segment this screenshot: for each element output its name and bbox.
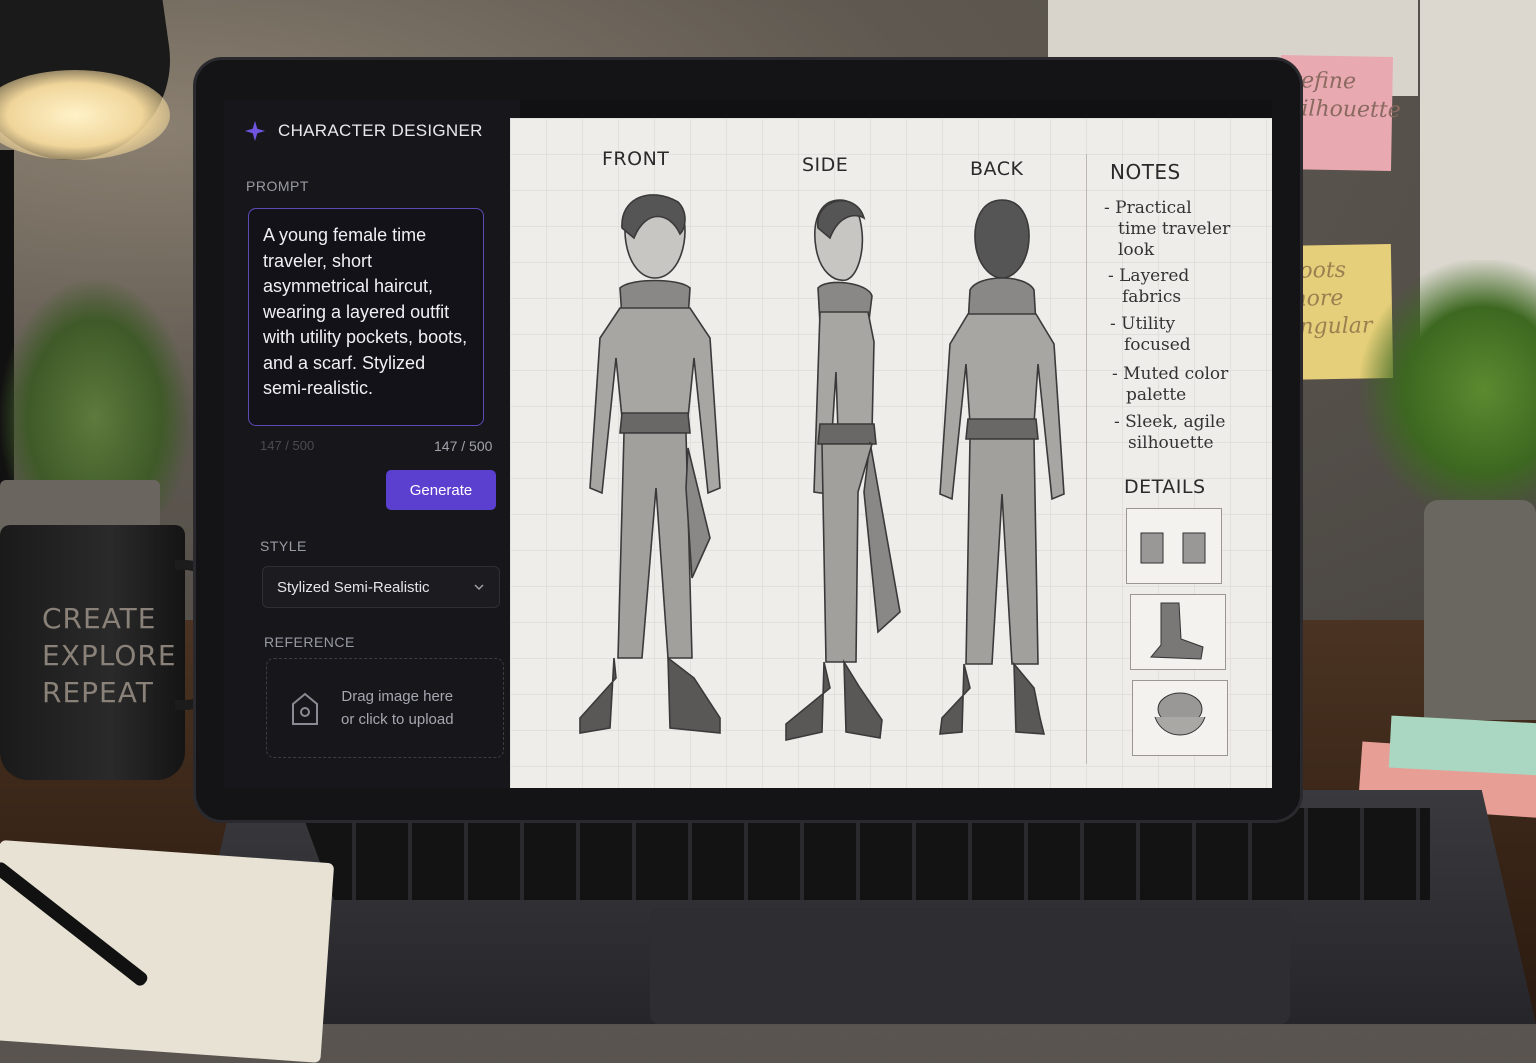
reference-label: REFERENCE: [264, 634, 355, 650]
trackpad: [650, 908, 1290, 1024]
note-line: - Practical: [1104, 198, 1192, 218]
note-item: - Practical time traveler look: [1104, 198, 1230, 261]
note-line: - Muted color: [1112, 364, 1229, 384]
note-line: look: [1118, 240, 1155, 260]
mug-line: REPEAT: [42, 676, 154, 709]
character-front-sketch: [579, 194, 721, 734]
character-back-sketch: [939, 199, 1065, 735]
dropzone-text: Drag image here or click to upload: [341, 685, 454, 731]
character-sheet: FRONT SIDE BACK NOTES - Practical time t…: [510, 118, 1272, 788]
image-upload-icon: [292, 692, 318, 725]
keyboard: [300, 808, 1430, 900]
plant-left: [0, 280, 190, 510]
details-title: DETAILS: [1124, 476, 1206, 498]
char-counter: 147 / 500: [434, 438, 493, 454]
note-line: - Sleek, agile: [1114, 412, 1226, 432]
note-line: fabrics: [1122, 287, 1182, 307]
detail-boot-sketch: [1130, 594, 1226, 670]
style-label: STYLE: [260, 538, 307, 554]
notebook: [0, 840, 335, 1063]
sparkle-icon: [244, 120, 266, 142]
scarf-sketch: [1154, 692, 1206, 736]
notes-divider: [1086, 154, 1087, 764]
style-selected-value: Stylized Semi-Realistic: [277, 578, 430, 596]
reference-dropzone[interactable]: Drag image here or click to upload: [266, 658, 504, 758]
sticky-line: refine: [1290, 68, 1357, 95]
note-line: - Layered: [1108, 266, 1190, 286]
note-item: - Sleek, agile silhouette: [1114, 412, 1225, 454]
pot-right: [1424, 500, 1536, 720]
chevron-down-icon: [474, 584, 484, 591]
view-label-front: FRONT: [602, 148, 670, 170]
sidebar: CHARACTER DESIGNER PROMPT A young female…: [224, 100, 520, 788]
sticky-line: silhouette: [1289, 96, 1401, 124]
note-line: palette: [1126, 385, 1187, 405]
note-line: focused: [1124, 335, 1191, 355]
mug-line: CREATE: [42, 602, 157, 635]
detail-pockets-sketch: [1126, 508, 1222, 584]
view-label-back: BACK: [970, 158, 1024, 180]
boot-sketch: [1149, 602, 1204, 660]
dropzone-line: or click to upload: [341, 711, 454, 728]
note-line: time traveler: [1118, 219, 1231, 239]
mug-line: EXPLORE: [42, 639, 177, 672]
note-item: - Utility focused: [1110, 314, 1191, 356]
note-item: - Muted color palette: [1112, 364, 1228, 406]
note-line: - Utility: [1110, 314, 1176, 334]
view-label-side: SIDE: [802, 154, 849, 176]
sticky-pad-green: [1388, 715, 1536, 777]
plant-right: [1360, 260, 1536, 520]
app-title: CHARACTER DESIGNER: [278, 121, 483, 140]
character-side-sketch: [785, 199, 901, 741]
note-line: silhouette: [1128, 433, 1214, 453]
generate-button[interactable]: Generate: [386, 470, 496, 510]
mug-text: CREATE EXPLORE REPEAT: [42, 600, 177, 711]
detail-scarf-sketch: [1132, 680, 1228, 756]
app-brand: CHARACTER DESIGNER: [244, 120, 483, 142]
char-counter-ghost: 147 / 500: [260, 438, 315, 453]
prompt-label: PROMPT: [246, 178, 309, 194]
notes-title: NOTES: [1110, 160, 1181, 184]
note-item: - Layered fabrics: [1108, 266, 1189, 308]
dropzone-line: Drag image here: [341, 688, 454, 705]
style-select[interactable]: Stylized Semi-Realistic: [262, 566, 500, 608]
app-window: CHARACTER DESIGNER PROMPT A young female…: [224, 100, 1272, 788]
prompt-textarea[interactable]: A young female time traveler, short asym…: [248, 208, 484, 426]
pockets-sketch: [1140, 532, 1206, 564]
